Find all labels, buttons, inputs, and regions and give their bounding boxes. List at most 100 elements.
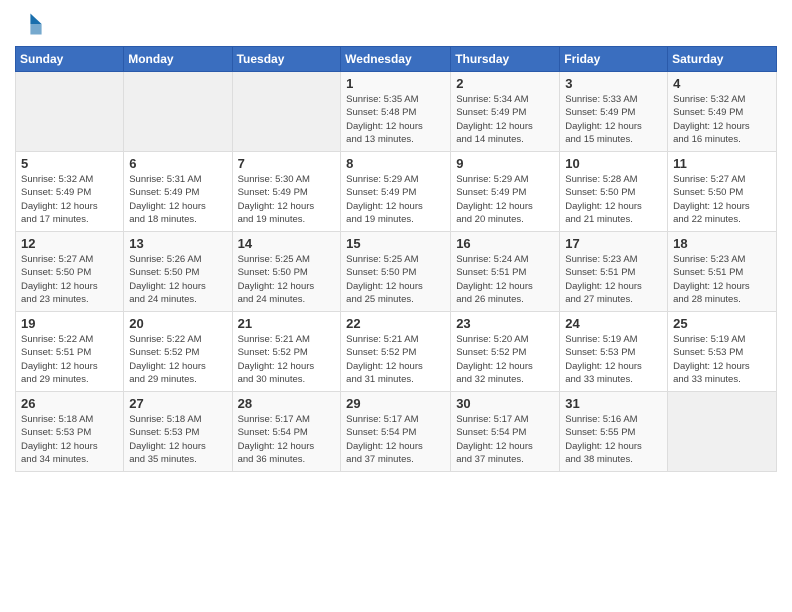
weekday-header-sunday: Sunday — [16, 47, 124, 72]
day-number: 12 — [21, 236, 118, 251]
day-number: 3 — [565, 76, 662, 91]
day-cell: 27 Sunrise: 5:18 AM Sunset: 5:53 PM Dayli… — [124, 392, 232, 472]
day-number: 15 — [346, 236, 445, 251]
day-number: 4 — [673, 76, 771, 91]
day-info: Sunrise: 5:28 AM Sunset: 5:50 PM Dayligh… — [565, 173, 662, 226]
day-info: Sunrise: 5:32 AM Sunset: 5:49 PM Dayligh… — [21, 173, 118, 226]
day-info: Sunrise: 5:30 AM Sunset: 5:49 PM Dayligh… — [238, 173, 336, 226]
day-number: 5 — [21, 156, 118, 171]
day-number: 24 — [565, 316, 662, 331]
weekday-header-wednesday: Wednesday — [341, 47, 451, 72]
day-cell — [16, 72, 124, 152]
day-info: Sunrise: 5:16 AM Sunset: 5:55 PM Dayligh… — [565, 413, 662, 466]
day-cell: 8 Sunrise: 5:29 AM Sunset: 5:49 PM Daylig… — [341, 152, 451, 232]
day-info: Sunrise: 5:27 AM Sunset: 5:50 PM Dayligh… — [673, 173, 771, 226]
day-cell — [124, 72, 232, 152]
day-cell: 3 Sunrise: 5:33 AM Sunset: 5:49 PM Daylig… — [560, 72, 668, 152]
day-cell: 13 Sunrise: 5:26 AM Sunset: 5:50 PM Dayli… — [124, 232, 232, 312]
day-cell: 9 Sunrise: 5:29 AM Sunset: 5:49 PM Daylig… — [451, 152, 560, 232]
day-cell: 12 Sunrise: 5:27 AM Sunset: 5:50 PM Dayli… — [16, 232, 124, 312]
day-info: Sunrise: 5:27 AM Sunset: 5:50 PM Dayligh… — [21, 253, 118, 306]
day-number: 9 — [456, 156, 554, 171]
day-number: 18 — [673, 236, 771, 251]
day-number: 25 — [673, 316, 771, 331]
day-info: Sunrise: 5:29 AM Sunset: 5:49 PM Dayligh… — [346, 173, 445, 226]
weekday-header-tuesday: Tuesday — [232, 47, 341, 72]
logo — [15, 10, 47, 38]
day-info: Sunrise: 5:17 AM Sunset: 5:54 PM Dayligh… — [456, 413, 554, 466]
day-number: 8 — [346, 156, 445, 171]
day-cell: 29 Sunrise: 5:17 AM Sunset: 5:54 PM Dayli… — [341, 392, 451, 472]
day-number: 28 — [238, 396, 336, 411]
day-info: Sunrise: 5:19 AM Sunset: 5:53 PM Dayligh… — [673, 333, 771, 386]
week-row-1: 5 Sunrise: 5:32 AM Sunset: 5:49 PM Daylig… — [16, 152, 777, 232]
day-cell: 31 Sunrise: 5:16 AM Sunset: 5:55 PM Dayli… — [560, 392, 668, 472]
week-row-0: 1 Sunrise: 5:35 AM Sunset: 5:48 PM Daylig… — [16, 72, 777, 152]
weekday-header-monday: Monday — [124, 47, 232, 72]
week-row-4: 26 Sunrise: 5:18 AM Sunset: 5:53 PM Dayli… — [16, 392, 777, 472]
day-number: 29 — [346, 396, 445, 411]
day-info: Sunrise: 5:17 AM Sunset: 5:54 PM Dayligh… — [346, 413, 445, 466]
day-info: Sunrise: 5:17 AM Sunset: 5:54 PM Dayligh… — [238, 413, 336, 466]
day-number: 19 — [21, 316, 118, 331]
day-cell: 17Sunrise: 5:23 AM Sunset: 5:51 PM Dayli… — [560, 232, 668, 312]
day-info: Sunrise: 5:26 AM Sunset: 5:50 PM Dayligh… — [129, 253, 226, 306]
day-number: 30 — [456, 396, 554, 411]
logo-icon — [15, 10, 43, 38]
weekday-header-row: SundayMondayTuesdayWednesdayThursdayFrid… — [16, 47, 777, 72]
day-cell — [668, 392, 777, 472]
day-info: Sunrise: 5:18 AM Sunset: 5:53 PM Dayligh… — [129, 413, 226, 466]
day-cell: 26Sunrise: 5:18 AM Sunset: 5:53 PM Dayli… — [16, 392, 124, 472]
day-cell: 14 Sunrise: 5:25 AM Sunset: 5:50 PM Dayli… — [232, 232, 341, 312]
day-number: 23 — [456, 316, 554, 331]
day-number: 20 — [129, 316, 226, 331]
day-info: Sunrise: 5:23 AM Sunset: 5:51 PM Dayligh… — [673, 253, 771, 306]
day-number: 1 — [346, 76, 445, 91]
day-cell: 4Sunrise: 5:32 AM Sunset: 5:49 PM Daylig… — [668, 72, 777, 152]
day-cell: 30 Sunrise: 5:17 AM Sunset: 5:54 PM Dayli… — [451, 392, 560, 472]
day-number: 31 — [565, 396, 662, 411]
day-number: 16 — [456, 236, 554, 251]
day-cell: 2 Sunrise: 5:34 AM Sunset: 5:49 PM Daylig… — [451, 72, 560, 152]
day-cell: 22Sunrise: 5:21 AM Sunset: 5:52 PM Dayli… — [341, 312, 451, 392]
day-cell: 5 Sunrise: 5:32 AM Sunset: 5:49 PM Daylig… — [16, 152, 124, 232]
day-info: Sunrise: 5:24 AM Sunset: 5:51 PM Dayligh… — [456, 253, 554, 306]
day-info: Sunrise: 5:20 AM Sunset: 5:52 PM Dayligh… — [456, 333, 554, 386]
day-cell: 20 Sunrise: 5:22 AM Sunset: 5:52 PM Dayli… — [124, 312, 232, 392]
day-cell: 7 Sunrise: 5:30 AM Sunset: 5:49 PM Daylig… — [232, 152, 341, 232]
week-row-2: 12 Sunrise: 5:27 AM Sunset: 5:50 PM Dayli… — [16, 232, 777, 312]
day-info: Sunrise: 5:21 AM Sunset: 5:52 PM Dayligh… — [238, 333, 336, 386]
day-number: 22 — [346, 316, 445, 331]
day-number: 26 — [21, 396, 118, 411]
day-info: Sunrise: 5:34 AM Sunset: 5:49 PM Dayligh… — [456, 93, 554, 146]
day-info: Sunrise: 5:25 AM Sunset: 5:50 PM Dayligh… — [238, 253, 336, 306]
day-number: 13 — [129, 236, 226, 251]
day-cell: 28 Sunrise: 5:17 AM Sunset: 5:54 PM Dayli… — [232, 392, 341, 472]
day-number: 27 — [129, 396, 226, 411]
day-cell: 21Sunrise: 5:21 AM Sunset: 5:52 PM Dayli… — [232, 312, 341, 392]
day-cell: 18 Sunrise: 5:23 AM Sunset: 5:51 PM Dayli… — [668, 232, 777, 312]
day-info: Sunrise: 5:22 AM Sunset: 5:51 PM Dayligh… — [21, 333, 118, 386]
day-info: Sunrise: 5:22 AM Sunset: 5:52 PM Dayligh… — [129, 333, 226, 386]
day-cell: 16 Sunrise: 5:24 AM Sunset: 5:51 PM Dayli… — [451, 232, 560, 312]
day-info: Sunrise: 5:35 AM Sunset: 5:48 PM Dayligh… — [346, 93, 445, 146]
day-cell: 25 Sunrise: 5:19 AM Sunset: 5:53 PM Dayli… — [668, 312, 777, 392]
day-number: 14 — [238, 236, 336, 251]
weekday-header-friday: Friday — [560, 47, 668, 72]
day-number: 2 — [456, 76, 554, 91]
day-info: Sunrise: 5:29 AM Sunset: 5:49 PM Dayligh… — [456, 173, 554, 226]
day-number: 7 — [238, 156, 336, 171]
header — [15, 10, 777, 38]
day-cell — [232, 72, 341, 152]
day-cell: 15Sunrise: 5:25 AM Sunset: 5:50 PM Dayli… — [341, 232, 451, 312]
day-info: Sunrise: 5:33 AM Sunset: 5:49 PM Dayligh… — [565, 93, 662, 146]
weekday-header-saturday: Saturday — [668, 47, 777, 72]
weekday-header-thursday: Thursday — [451, 47, 560, 72]
day-info: Sunrise: 5:31 AM Sunset: 5:49 PM Dayligh… — [129, 173, 226, 226]
day-cell: 24Sunrise: 5:19 AM Sunset: 5:53 PM Dayli… — [560, 312, 668, 392]
day-cell: 11Sunrise: 5:27 AM Sunset: 5:50 PM Dayli… — [668, 152, 777, 232]
day-info: Sunrise: 5:23 AM Sunset: 5:51 PM Dayligh… — [565, 253, 662, 306]
day-cell: 23 Sunrise: 5:20 AM Sunset: 5:52 PM Dayli… — [451, 312, 560, 392]
calendar: SundayMondayTuesdayWednesdayThursdayFrid… — [15, 46, 777, 472]
day-cell: 1 Sunrise: 5:35 AM Sunset: 5:48 PM Daylig… — [341, 72, 451, 152]
